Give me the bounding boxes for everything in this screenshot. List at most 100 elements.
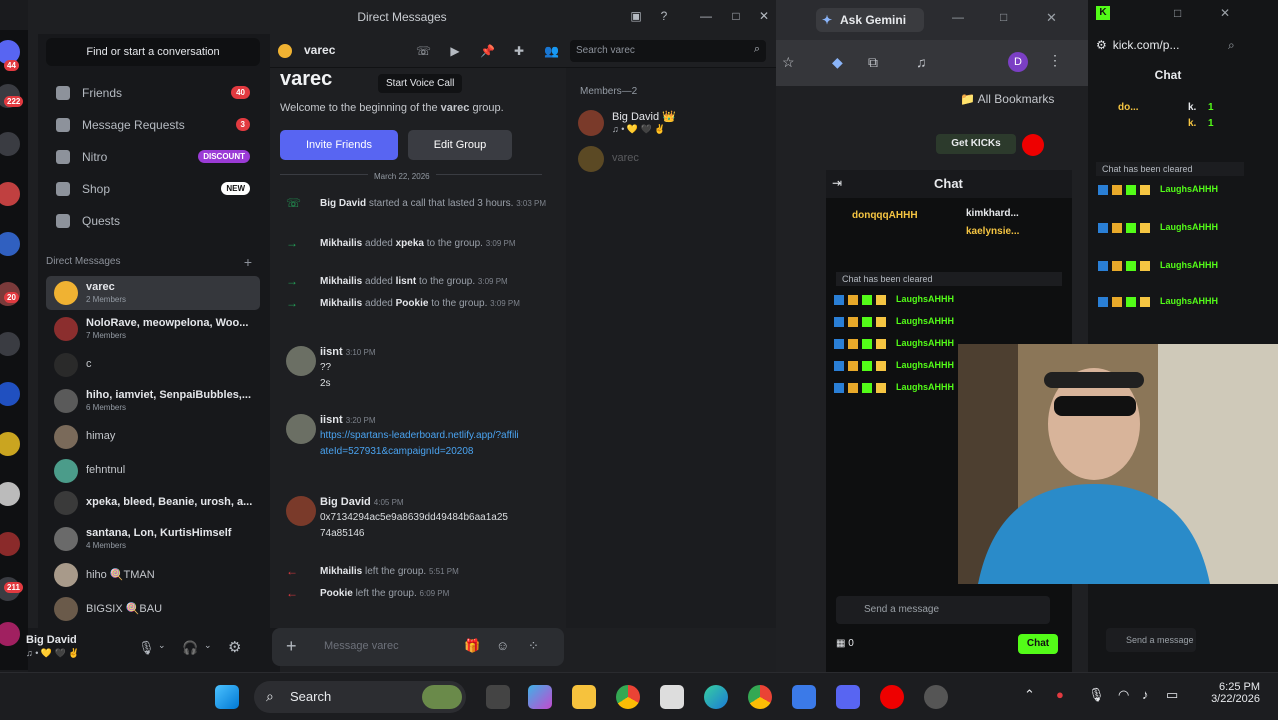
dm-member-count: 4 Members	[86, 541, 127, 550]
kick-logo: K	[1096, 6, 1110, 20]
start-icon[interactable]	[215, 685, 239, 709]
send-message-input[interactable]: Send a message	[1106, 628, 1196, 652]
clock[interactable]: 6:25 PM 3/22/2026	[1200, 681, 1260, 705]
help-icon[interactable]: ?	[656, 8, 672, 24]
minimize-icon[interactable]: —	[952, 10, 964, 24]
add-friend-icon[interactable]: ✚	[512, 44, 526, 58]
members-icon[interactable]: 👥	[544, 44, 559, 58]
obs-icon[interactable]	[924, 685, 948, 709]
collapse-icon[interactable]: ⇥	[832, 176, 842, 190]
headphones-icon[interactable]: 🎧	[182, 640, 198, 656]
emoji-icon[interactable]: ☺	[496, 638, 509, 653]
server-icon[interactable]	[0, 620, 22, 648]
plus-icon[interactable]: +	[286, 636, 297, 657]
chrome-icon[interactable]	[616, 685, 640, 709]
find-conversation-button[interactable]: Find or start a conversation	[46, 38, 260, 66]
chevron-down-icon[interactable]: ⌄	[204, 640, 212, 651]
add-dm-icon[interactable]: +	[244, 254, 252, 270]
send-message-input[interactable]: Send a message	[836, 596, 1050, 624]
microphone-icon[interactable]: 🎙	[1088, 687, 1105, 703]
inbox-icon[interactable]: ▣	[628, 8, 644, 24]
microphone-icon[interactable]: 🎙	[138, 640, 155, 656]
dm-item[interactable]: xpeka, bleed, Beanie, urosh, a...	[46, 486, 260, 520]
more-icon[interactable]: ⋮	[1048, 52, 1062, 69]
dm-item[interactable]: varec 2 Members	[46, 276, 260, 310]
maximize-icon[interactable]: □	[728, 8, 744, 24]
edit-group-button[interactable]: Edit Group	[408, 130, 512, 160]
dm-item[interactable]: hiho 🍭TMAN	[46, 558, 260, 592]
discord-icon[interactable]	[836, 685, 860, 709]
send-placeholder: Send a message	[1126, 635, 1194, 645]
close-icon[interactable]: ✕	[1220, 6, 1230, 20]
nav-quests[interactable]: Quests	[46, 206, 260, 236]
member-item[interactable]: Big David 👑 ♫ • 💛 🖤 ✌	[578, 108, 768, 142]
maximize-icon[interactable]: □	[1000, 10, 1007, 24]
battery-icon[interactable]: ▭	[1166, 687, 1178, 703]
nav-label: Friends	[82, 86, 123, 100]
url-bar[interactable]: ⚙ kick.com/p...	[1096, 38, 1179, 52]
video-icon[interactable]: ▶	[448, 44, 462, 58]
message-composer[interactable]: + Message varec 🎁 ☺ ⁘	[272, 628, 564, 666]
extension-icon[interactable]: ◆	[832, 54, 843, 71]
wifi-icon[interactable]: ◠	[1118, 687, 1129, 703]
file-explorer-icon[interactable]	[572, 685, 596, 709]
avatar	[54, 527, 78, 551]
dm-item[interactable]: NoloRave, meowpelona, Woo... 7 Members	[46, 312, 260, 346]
close-icon[interactable]: ✕	[756, 8, 772, 24]
phone-icon[interactable]: ☏	[416, 44, 431, 58]
copilot-icon[interactable]	[528, 685, 552, 709]
message-link[interactable]: https://spartans-leaderboard.netlify.app…	[320, 428, 520, 460]
server-icon[interactable]	[0, 330, 22, 358]
edge-icon[interactable]	[704, 685, 728, 709]
server-icon[interactable]	[0, 430, 22, 458]
invite-friends-button[interactable]: Invite Friends	[280, 130, 398, 160]
tab-ask-gemini[interactable]: ✦ Ask Gemini	[816, 8, 924, 32]
dm-item[interactable]: santana, Lon, KurtisHimself 4 Members	[46, 522, 260, 556]
server-badge: 211	[4, 582, 23, 593]
gear-icon[interactable]: ⚙	[228, 638, 241, 656]
bookmarks-folder[interactable]: 📁 All Bookmarks	[960, 92, 1054, 106]
profile-avatar[interactable]: D	[1008, 52, 1028, 72]
chat-line: LaughsAHHH	[834, 360, 954, 371]
task-view-icon[interactable]	[486, 685, 510, 709]
puzzle-icon[interactable]: ⧉	[868, 54, 878, 71]
apps-icon[interactable]: ⁘	[528, 638, 539, 654]
calendar-icon[interactable]	[660, 685, 684, 709]
opera-icon[interactable]	[880, 685, 904, 709]
minimize-icon[interactable]: —	[698, 8, 714, 24]
system-text: Mikhailis added xpeka to the group. 3:09…	[320, 236, 556, 252]
server-icon[interactable]	[0, 480, 22, 508]
server-icon[interactable]	[0, 230, 22, 258]
get-kicks-button[interactable]: Get KICKs	[936, 134, 1016, 154]
chevron-up-icon[interactable]: ⌃	[1024, 687, 1035, 703]
nav-shop[interactable]: Shop NEW	[46, 174, 260, 204]
tray-app-icon[interactable]: ●	[1056, 687, 1064, 702]
nav-message-requests[interactable]: Message Requests 3	[46, 110, 260, 140]
member-item[interactable]: varec	[578, 144, 768, 174]
search-input[interactable]: Search varec ⌕	[570, 40, 766, 62]
star-icon[interactable]: ☆	[782, 54, 795, 71]
server-icon[interactable]	[0, 380, 22, 408]
dm-item[interactable]: BIGSIX 🍭BAU	[46, 592, 260, 626]
chevron-down-icon[interactable]: ⌄	[158, 640, 166, 651]
nav-nitro[interactable]: Nitro DISCOUNT	[46, 142, 260, 172]
chat-send-button[interactable]: Chat	[1018, 634, 1058, 654]
media-icon[interactable]: ♫	[916, 54, 927, 70]
server-icon[interactable]	[0, 130, 22, 158]
server-icon[interactable]	[0, 530, 22, 558]
zoom-icon[interactable]: ⌕	[1228, 38, 1235, 53]
server-icon[interactable]	[0, 180, 22, 208]
pin-icon[interactable]: 📌	[480, 44, 495, 58]
dm-item[interactable]: hiho, iamviet, SenpaiBubbles,... 6 Membe…	[46, 384, 260, 418]
taskbar-search[interactable]: ⌕ Search	[254, 681, 466, 713]
volume-icon[interactable]: ♪	[1142, 687, 1149, 702]
dm-item[interactable]: fehntnul	[46, 454, 260, 488]
dm-item[interactable]: c	[46, 348, 260, 382]
nav-friends[interactable]: Friends 40	[46, 78, 260, 108]
maximize-icon[interactable]: □	[1174, 6, 1181, 20]
photos-icon[interactable]	[792, 685, 816, 709]
close-icon[interactable]: ✕	[1046, 10, 1057, 26]
chrome-profile-icon[interactable]	[748, 685, 772, 709]
gift-icon[interactable]: 🎁	[464, 638, 480, 654]
dm-item[interactable]: himay	[46, 420, 260, 454]
